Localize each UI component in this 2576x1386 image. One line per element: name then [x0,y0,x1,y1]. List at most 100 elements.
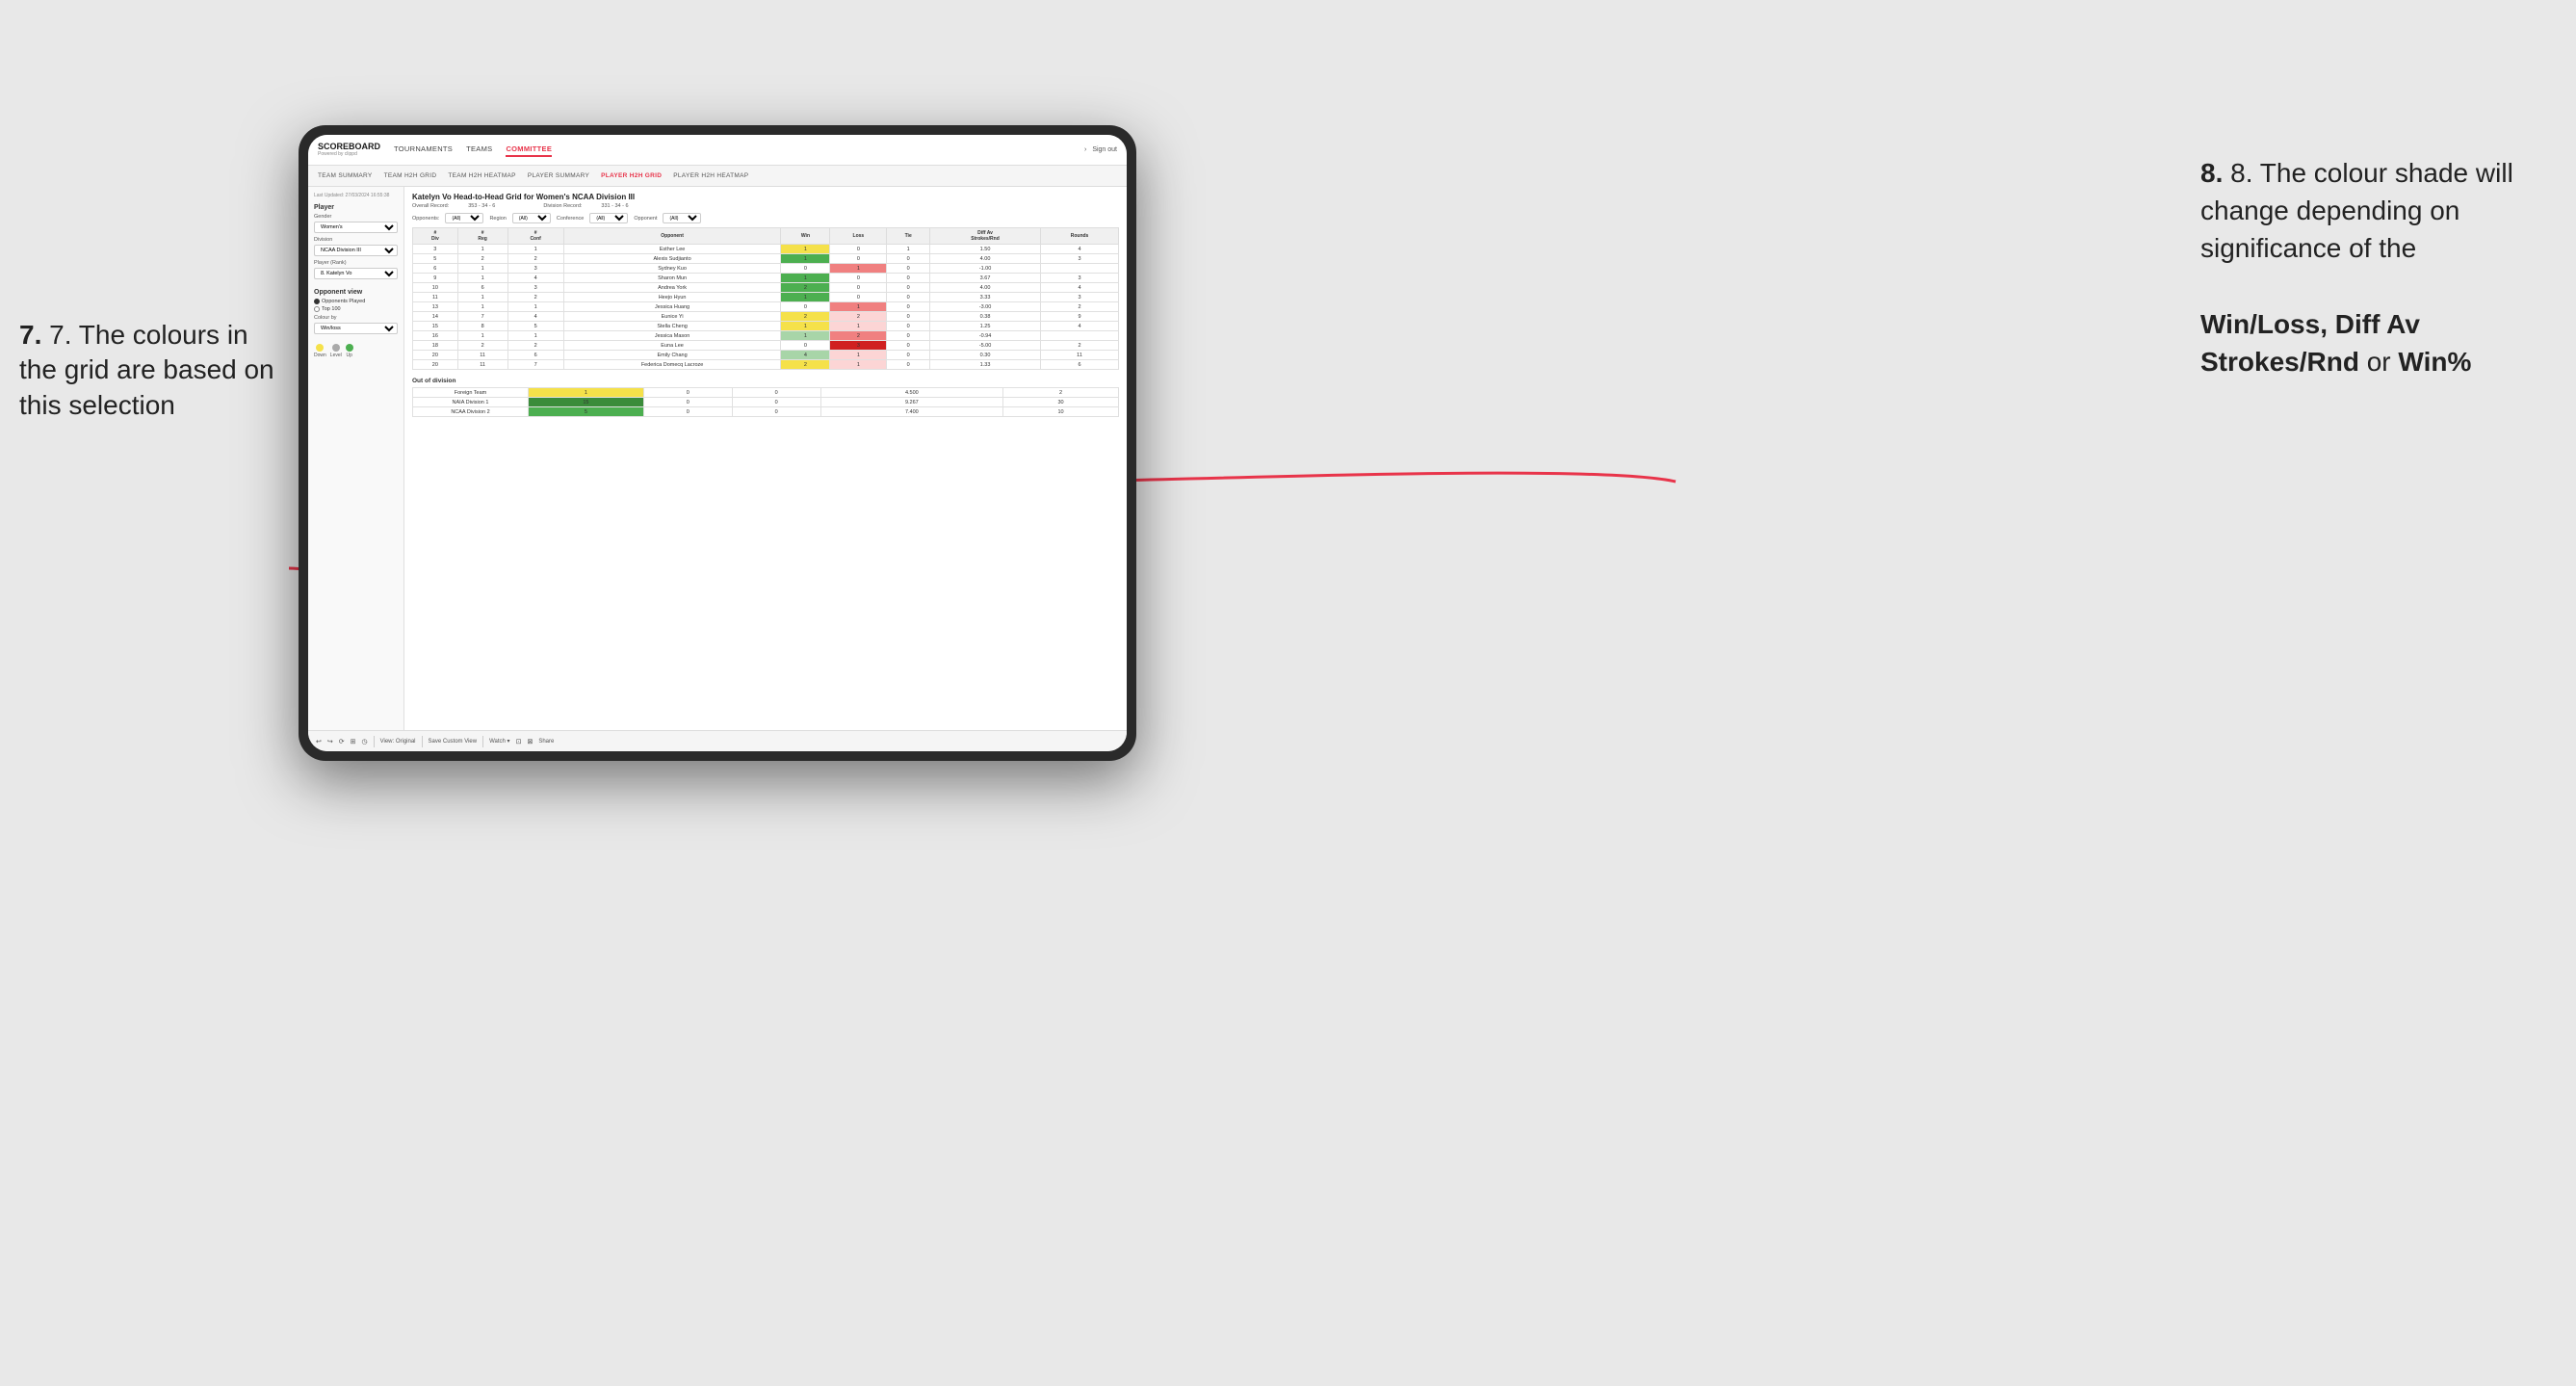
cell-group: NCAA Division 2 [413,407,529,417]
toolbar-icon2[interactable]: ⊠ [527,738,533,745]
cell-conf: 4 [507,274,563,283]
toolbar-view-original[interactable]: View: Original [380,739,416,745]
filter-conference-select[interactable]: (All) [589,213,628,223]
toolbar-grid-btn[interactable]: ⊞ [351,738,356,745]
filter-opponents-select[interactable]: (All) [445,213,483,223]
sidebar-gender-select[interactable]: Women's [314,222,398,233]
grid-area: Katelyn Vo Head-to-Head Grid for Women's… [404,187,1127,730]
cell-diff: 3.33 [929,293,1040,302]
filter-opponent-select[interactable]: (All) [663,213,701,223]
cell-win: 4 [781,351,830,360]
subnav-team-h2h-grid[interactable]: TEAM H2H GRID [384,170,437,181]
legend-dot-down [316,344,324,352]
sub-nav: TEAM SUMMARY TEAM H2H GRID TEAM H2H HEAT… [308,166,1127,187]
cell-tie: 0 [732,398,820,407]
sidebar-opponent-view-title: Opponent view [314,289,398,296]
nav-arrow-icon: › [1084,146,1086,153]
table-row: 15 8 5 Stella Cheng 1 1 0 1.25 4 [413,322,1119,331]
table-row: 10 6 3 Andrea York 2 0 0 4.00 4 [413,283,1119,293]
toolbar-clock-btn[interactable]: ◷ [362,738,368,745]
toolbar: ↩ ↪ ⟳ ⊞ ◷ View: Original Save Custom Vie… [308,730,1127,751]
cell-win: 1 [529,388,644,398]
cell-opponent: Stella Cheng [563,322,781,331]
sidebar-colour-by-select[interactable]: Win/loss [314,323,398,334]
cell-conf: 3 [507,264,563,274]
cell-loss: 0 [643,388,732,398]
sidebar-radio-top100[interactable]: Top 100 [314,306,398,312]
nav-sign-out[interactable]: Sign out [1092,146,1117,153]
cell-opponent: Emily Chang [563,351,781,360]
cell-rounds [1041,264,1119,274]
cell-div: 15 [413,322,458,331]
cell-opponent: Jessica Huang [563,302,781,312]
cell-opponent: Sydney Kuo [563,264,781,274]
subnav-team-h2h-heatmap[interactable]: TEAM H2H HEATMAP [448,170,515,181]
cell-opponent: Andrea York [563,283,781,293]
cell-tie: 0 [732,407,820,417]
cell-opponent: Federica Domecq Lacroze [563,360,781,370]
annotation-left-number: 7. [19,320,41,350]
subnav-player-h2h-heatmap[interactable]: PLAYER H2H HEATMAP [673,170,748,181]
sidebar-player-title: Player [314,204,398,211]
cell-diff: 1.25 [929,322,1040,331]
toolbar-watch[interactable]: Watch ▾ [489,738,509,745]
cell-rounds: 10 [1003,407,1119,417]
toolbar-icon1[interactable]: ⊡ [516,738,522,745]
cell-win: 2 [781,283,830,293]
toolbar-divider [374,736,375,747]
cell-reg: 2 [457,341,507,351]
col-tie: Tie [887,228,930,245]
toolbar-share[interactable]: Share [538,739,554,745]
sidebar-radio-played[interactable]: Opponents Played [314,299,398,304]
cell-diff: 7.400 [820,407,1003,417]
cell-conf: 1 [507,245,563,254]
toolbar-divider2 [422,736,423,747]
sidebar-gender-label: Gender [314,214,398,220]
cell-opponent: Jessica Mason [563,331,781,341]
cell-tie: 1 [887,245,930,254]
cell-rounds: 30 [1003,398,1119,407]
cell-win: 1 [781,254,830,264]
cell-loss: 1 [830,302,887,312]
cell-tie: 0 [887,331,930,341]
nav-committee[interactable]: COMMITTEE [506,143,552,157]
cell-reg: 6 [457,283,507,293]
cell-conf: 2 [507,254,563,264]
tablet-screen: SCOREBOARD Powered by clippd TOURNAMENTS… [308,135,1127,751]
cell-win: 5 [529,407,644,417]
filter-region-select[interactable]: (All) [512,213,551,223]
subnav-player-h2h-grid[interactable]: PLAYER H2H GRID [601,170,662,181]
cell-rounds: 6 [1041,360,1119,370]
toolbar-undo-btn[interactable]: ↩ [316,738,322,745]
toolbar-history-btn[interactable]: ⟳ [339,738,345,745]
cell-opponent: Alexis Sudjianto [563,254,781,264]
subnav-player-summary[interactable]: PLAYER SUMMARY [528,170,589,181]
cell-rounds: 2 [1041,341,1119,351]
cell-loss: 0 [830,254,887,264]
annotation-or: or [2367,347,2391,377]
radio-dot-played [314,299,320,304]
col-win: Win [781,228,830,245]
cell-tie: 0 [887,293,930,302]
main-content: Last Updated: 27/03/2024 16:55:38 Player… [308,187,1127,730]
toolbar-save-custom[interactable]: Save Custom View [429,739,478,745]
toolbar-redo-btn[interactable]: ↪ [327,738,333,745]
grid-records: Overall Record: 353 - 34 - 6 Division Re… [412,203,1119,209]
nav-tournaments[interactable]: TOURNAMENTS [394,143,453,157]
cell-reg: 7 [457,312,507,322]
cell-conf: 2 [507,341,563,351]
nav-teams[interactable]: TEAMS [466,143,492,157]
col-reg: #Reg [457,228,507,245]
cell-loss: 3 [830,341,887,351]
cell-tie: 0 [887,302,930,312]
sidebar-player-rank-label: Player (Rank) [314,260,398,266]
cell-opponent: Eunice Yi [563,312,781,322]
legend-down: Down [314,344,326,358]
sidebar-division-select[interactable]: NCAA Division III [314,245,398,256]
sidebar-player-rank-select[interactable]: 8. Katelyn Vo [314,268,398,279]
cell-tie: 0 [887,312,930,322]
sidebar: Last Updated: 27/03/2024 16:55:38 Player… [308,187,404,730]
legend: Down Level Up [314,344,398,358]
subnav-team-summary[interactable]: TEAM SUMMARY [318,170,373,181]
cell-win: 0 [781,341,830,351]
